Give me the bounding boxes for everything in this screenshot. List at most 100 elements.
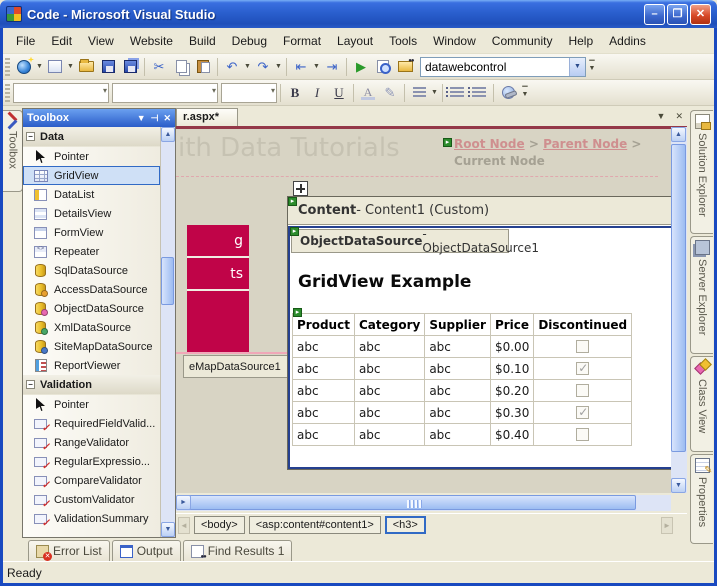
undo-button[interactable]: ↶ — [221, 56, 243, 78]
smart-tag-icon[interactable]: ▸ — [288, 197, 297, 206]
highlight-button[interactable]: ✎ — [379, 82, 401, 104]
find-in-files-button[interactable] — [394, 56, 416, 78]
toolbox-scrollbar-thumb[interactable] — [161, 257, 174, 305]
font-size-combobox[interactable] — [221, 83, 277, 103]
save-all-button[interactable] — [119, 56, 141, 78]
toolbox-section-validation[interactable]: − Validation — [23, 375, 160, 395]
nav-menu-item-fragment[interactable] — [187, 291, 249, 324]
horizontal-scrollbar-thumb[interactable] — [178, 495, 636, 510]
menu-window[interactable]: Window — [425, 30, 484, 52]
underline-button[interactable]: U — [328, 82, 350, 104]
numbered-list-button[interactable] — [468, 82, 490, 104]
navigate-forward-button[interactable]: ⇥ — [321, 56, 343, 78]
toolbar-grip[interactable] — [5, 84, 10, 102]
design-surface[interactable]: ith Data Tutorials ▸ Root Node > Parent … — [176, 129, 671, 493]
add-item-button[interactable] — [44, 56, 66, 78]
nav-menu-item-fragment[interactable]: ts — [187, 258, 249, 291]
collapse-icon[interactable]: − — [26, 380, 35, 389]
start-debugging-button[interactable]: ▶ — [350, 56, 372, 78]
toolbox-item-rangevalidator[interactable]: RangeValidator — [23, 433, 160, 452]
objectdatasource-control[interactable]: ObjectDataSource - ObjectDataSource1 — [291, 229, 509, 253]
menu-layout[interactable]: Layout — [329, 30, 381, 52]
toolbox-close-icon[interactable]: ✕ — [163, 113, 171, 124]
toolbox-item-comparevalidator[interactable]: CompareValidator — [23, 471, 160, 490]
font-name-combobox[interactable] — [112, 83, 218, 103]
vertical-scrollbar-thumb[interactable] — [671, 144, 686, 452]
minimize-button[interactable]: – — [644, 4, 665, 25]
smart-tag-icon[interactable]: ▸ — [290, 227, 299, 236]
scroll-up-button[interactable]: ▲ — [161, 127, 175, 142]
horizontal-scrollbar[interactable]: ► — [176, 495, 671, 511]
close-button[interactable]: ✕ — [690, 4, 711, 25]
cut-button[interactable]: ✂ — [148, 56, 170, 78]
menu-file[interactable]: File — [8, 30, 43, 52]
gridview-table[interactable]: Product Category Supplier Price Disconti… — [292, 313, 632, 446]
menu-tools[interactable]: Tools — [381, 30, 425, 52]
toolbar-grip[interactable] — [5, 58, 10, 76]
content-control-body[interactable]: ObjectDataSource - ObjectDataSource1 ▸ G… — [288, 226, 671, 469]
toolbox-scrollbar[interactable]: ▲ ▼ — [160, 127, 175, 537]
toolbox-title-bar[interactable]: Toolbox ▼ ⊣ ✕ — [23, 109, 175, 127]
toolbox-item-accessdatasource[interactable]: AccessDataSource — [23, 280, 160, 299]
smart-tag-icon[interactable]: ▸ — [293, 308, 302, 317]
redo-dropdown[interactable]: ▼ — [274, 56, 283, 78]
toolbox-window-menu-icon[interactable]: ▼ — [137, 113, 146, 124]
tab-find-results[interactable]: Find Results 1 — [183, 540, 293, 561]
find-combobox-dropdown[interactable]: ▼ — [569, 58, 585, 76]
add-item-dropdown[interactable]: ▼ — [66, 56, 75, 78]
toolbox-item-detailsview[interactable]: DetailsView — [23, 204, 160, 223]
toolbox-item-xmldatasource[interactable]: XmlDataSource — [23, 318, 160, 337]
active-files-dropdown[interactable]: ▼ — [657, 111, 666, 122]
close-document-button[interactable]: ✕ — [675, 111, 683, 122]
toolbox-item-requiredfieldvalidator[interactable]: RequiredFieldValid... — [23, 414, 160, 433]
tag-body[interactable]: <body> — [194, 516, 245, 534]
smart-tag-icon[interactable]: ▸ — [443, 138, 452, 147]
scroll-up-button[interactable]: ▲ — [671, 127, 686, 142]
alignment-button[interactable] — [408, 82, 430, 104]
toolbox-item-reportviewer[interactable]: ReportViewer — [23, 356, 160, 375]
collapse-icon[interactable]: − — [26, 132, 35, 141]
vertical-scrollbar[interactable]: ▲ ▼ — [671, 127, 687, 493]
tab-solution-explorer[interactable]: Solution Explorer — [690, 110, 713, 234]
content-control[interactable]: Content - Content1 (Custom) ObjectDataSo… — [287, 196, 671, 470]
font-color-button[interactable]: A — [357, 82, 379, 104]
menu-build[interactable]: Build — [181, 30, 224, 52]
scroll-down-button[interactable]: ▼ — [161, 522, 175, 537]
menu-website[interactable]: Website — [122, 30, 181, 52]
breadcrumb-root-link[interactable]: Root Node — [454, 137, 525, 151]
toolbox-item-repeater[interactable]: <>Repeater — [23, 242, 160, 261]
tag-asp-content[interactable]: <asp:content#content1> — [249, 516, 381, 534]
redo-button[interactable]: ↷ — [252, 56, 274, 78]
maximize-button[interactable]: ❐ — [667, 4, 688, 25]
tag-nav-left-arrow[interactable]: ◄ — [178, 517, 190, 534]
italic-button[interactable]: I — [306, 82, 328, 104]
open-file-button[interactable] — [75, 56, 97, 78]
menu-community[interactable]: Community — [484, 30, 561, 52]
navigate-backward-button[interactable]: ⇤ — [290, 56, 312, 78]
menu-addins[interactable]: Addins — [601, 30, 654, 52]
copy-button[interactable] — [170, 56, 192, 78]
scroll-down-button[interactable]: ▼ — [671, 478, 686, 493]
toolbox-item-datalist[interactable]: DataList — [23, 185, 160, 204]
bold-button[interactable]: B — [284, 82, 306, 104]
sitemapdatasource-control[interactable]: eMapDataSource1 — [183, 355, 301, 378]
move-handle-icon[interactable] — [293, 181, 308, 196]
toolbox-item-formview[interactable]: FormView — [23, 223, 160, 242]
scroll-right-button[interactable]: ► — [176, 495, 191, 510]
tag-h3[interactable]: <h3> — [385, 516, 426, 534]
menu-debug[interactable]: Debug — [224, 30, 275, 52]
block-format-combobox[interactable] — [13, 83, 109, 103]
alignment-dropdown[interactable]: ▼ — [430, 82, 439, 104]
toolbox-item-sqldatasource[interactable]: SqlDataSource — [23, 261, 160, 280]
toolbox-item-validationsummary[interactable]: ValidationSummary — [23, 509, 160, 528]
save-button[interactable] — [97, 56, 119, 78]
document-tab[interactable]: r.aspx* — [176, 108, 238, 126]
tag-nav-right-arrow[interactable]: ► — [661, 517, 673, 534]
toolbox-item-customvalidator[interactable]: CustomValidator — [23, 490, 160, 509]
toolbar-options-chevron[interactable]: ▔▼ — [586, 56, 598, 78]
menu-view[interactable]: View — [80, 30, 122, 52]
find-combobox-input[interactable] — [421, 58, 569, 76]
toolbox-item-objectdatasource[interactable]: ObjectDataSource — [23, 299, 160, 318]
tab-output[interactable]: Output — [112, 540, 181, 561]
toolbox-item-pointer[interactable]: Pointer — [23, 395, 160, 414]
